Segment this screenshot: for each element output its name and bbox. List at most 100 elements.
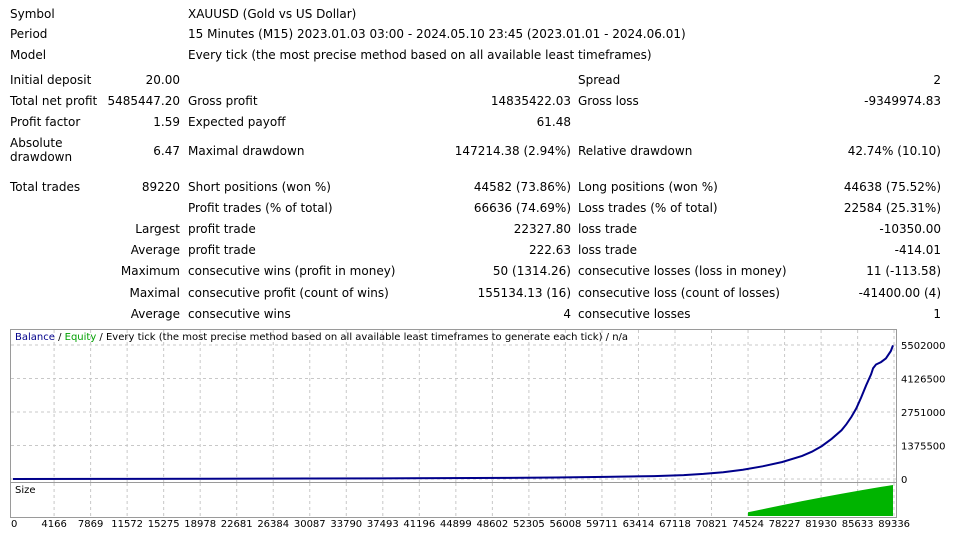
x-tick-label: 85633	[842, 519, 874, 530]
y-tick-label: 0	[901, 475, 907, 486]
legend-balance: Balance	[15, 332, 55, 343]
size-label: Size	[15, 485, 36, 496]
long-positions-value: 44638 (75.52%)	[843, 180, 941, 194]
expected-payoff-value: 61.48	[536, 115, 571, 129]
profit-factor-value: 1.59	[153, 115, 180, 129]
balance-chart: Balance / Equity / Every tick (the most …	[10, 329, 897, 484]
x-tick-label: 89336	[878, 519, 910, 530]
average-profit-trade-label: profit trade	[188, 243, 256, 257]
balance-chart-svg	[11, 330, 896, 483]
max-consec-wins-label: consecutive wins (profit in money)	[188, 264, 396, 278]
x-tick-label: 18978	[184, 519, 216, 530]
legend-sep-1: /	[54, 332, 65, 343]
loss-trades-value: 22584 (25.31%)	[843, 201, 941, 215]
absolute-drawdown-label-line2: drawdown	[10, 150, 73, 164]
profit-factor-label: Profit factor	[10, 115, 81, 129]
largest-label: Largest	[135, 222, 180, 236]
x-tick-label: 33790	[330, 519, 362, 530]
initial-deposit-label: Initial deposit	[10, 73, 92, 87]
gross-profit-value: 14835422.03	[490, 94, 571, 108]
maximal-drawdown-value: 147214.38 (2.94%)	[454, 144, 571, 158]
short-positions-label: Short positions (won %)	[188, 180, 331, 194]
period-value: 15 Minutes (M15) 2023.01.03 03:00 - 2024…	[188, 27, 686, 41]
avg-consec-losses-value: 1	[933, 307, 941, 321]
model-label: Model	[10, 48, 47, 62]
avg-consec-wins-label: consecutive wins	[188, 307, 291, 321]
maximal-consec-loss-label: consecutive loss (count of losses)	[578, 286, 780, 300]
gross-profit-label: Gross profit	[188, 94, 258, 108]
x-tick-label: 30087	[294, 519, 326, 530]
x-tick-label: 48602	[476, 519, 508, 530]
x-tick-label: 22681	[221, 519, 253, 530]
legend-na: n/a	[612, 332, 629, 343]
avg-consec-losses-label: consecutive losses	[578, 307, 691, 321]
symbol-value: XAUUSD (Gold vs US Dollar)	[188, 7, 357, 21]
spread-label: Spread	[578, 73, 621, 87]
largest-loss-trade-label: loss trade	[578, 222, 637, 236]
profit-trades-value: 66636 (74.69%)	[473, 201, 571, 215]
x-tick-label: 0	[11, 519, 17, 530]
relative-drawdown-value: 42.74% (10.10)	[847, 144, 941, 158]
x-tick-label: 59711	[586, 519, 618, 530]
absolute-drawdown-label-line1: Absolute	[10, 136, 63, 150]
total-trades-label: Total trades	[10, 180, 81, 194]
model-value: Every tick (the most precise method base…	[188, 48, 652, 62]
size-panel-svg	[53, 483, 895, 517]
x-tick-label: 37493	[367, 519, 399, 530]
total-net-profit-value: 5485447.20	[107, 94, 180, 108]
x-tick-label: 44899	[440, 519, 472, 530]
gross-loss-label: Gross loss	[578, 94, 639, 108]
maximal-consec-loss-value: -41400.00 (4)	[858, 286, 941, 300]
x-tick-label: 26384	[257, 519, 289, 530]
average-loss-trade-value: -414.01	[894, 243, 941, 257]
gross-loss-value: -9349974.83	[864, 94, 941, 108]
x-tick-label: 52305	[513, 519, 545, 530]
loss-trades-label: Loss trades (% of total)	[578, 201, 718, 215]
period-label: Period	[10, 27, 48, 41]
maximal-consec-profit-label: consecutive profit (count of wins)	[188, 286, 389, 300]
x-tick-label: 70821	[696, 519, 728, 530]
maximum-label: Maximum	[120, 264, 180, 278]
x-tick-label: 74524	[732, 519, 764, 530]
max-consec-wins-value: 50 (1314.26)	[492, 264, 571, 278]
largest-loss-trade-value: -10350.00	[879, 222, 941, 236]
symbol-label: Symbol	[10, 7, 55, 21]
absolute-drawdown-value: 6.47	[153, 144, 180, 158]
initial-deposit-value: 20.00	[145, 73, 180, 87]
legend-sep-3: /	[602, 332, 613, 343]
x-tick-label: 63414	[623, 519, 655, 530]
relative-drawdown-label: Relative drawdown	[578, 144, 693, 158]
max-consec-losses-value: 11 (-113.58)	[866, 264, 941, 278]
chart-legend: Balance / Equity / Every tick (the most …	[15, 332, 628, 344]
average-profit-trade-value: 222.63	[529, 243, 571, 257]
size-panel: Size	[10, 482, 897, 518]
total-trades-value: 89220	[141, 180, 180, 194]
legend-equity: Equity	[64, 332, 97, 343]
x-tick-label: 41196	[403, 519, 435, 530]
y-tick-label: 1375500	[901, 442, 946, 453]
y-tick-label: 5502000	[901, 341, 946, 352]
size-area-fill	[748, 485, 893, 516]
long-positions-label: Long positions (won %)	[578, 180, 718, 194]
x-tick-label: 67118	[659, 519, 691, 530]
average-loss-trade-label: loss trade	[578, 243, 637, 257]
x-tick-label: 78227	[769, 519, 801, 530]
average2-label: Average	[130, 307, 180, 321]
maximal-label: Maximal	[129, 286, 180, 300]
y-tick-label: 2751000	[901, 408, 946, 419]
x-tick-label: 15275	[148, 519, 180, 530]
max-consec-losses-label: consecutive losses (loss in money)	[578, 264, 787, 278]
y-tick-label: 4126500	[901, 375, 946, 386]
largest-profit-trade-value: 22327.80	[513, 222, 571, 236]
maximal-drawdown-label: Maximal drawdown	[188, 144, 305, 158]
spread-value: 2	[933, 73, 941, 87]
short-positions-value: 44582 (73.86%)	[473, 180, 571, 194]
x-tick-label: 11572	[111, 519, 143, 530]
profit-trades-label: Profit trades (% of total)	[188, 201, 333, 215]
average-label: Average	[130, 243, 180, 257]
x-tick-label: 56008	[550, 519, 582, 530]
largest-profit-trade-label: profit trade	[188, 222, 256, 236]
x-tick-label: 7869	[78, 519, 103, 530]
expected-payoff-label: Expected payoff	[188, 115, 286, 129]
legend-sep-2: /	[96, 332, 106, 343]
